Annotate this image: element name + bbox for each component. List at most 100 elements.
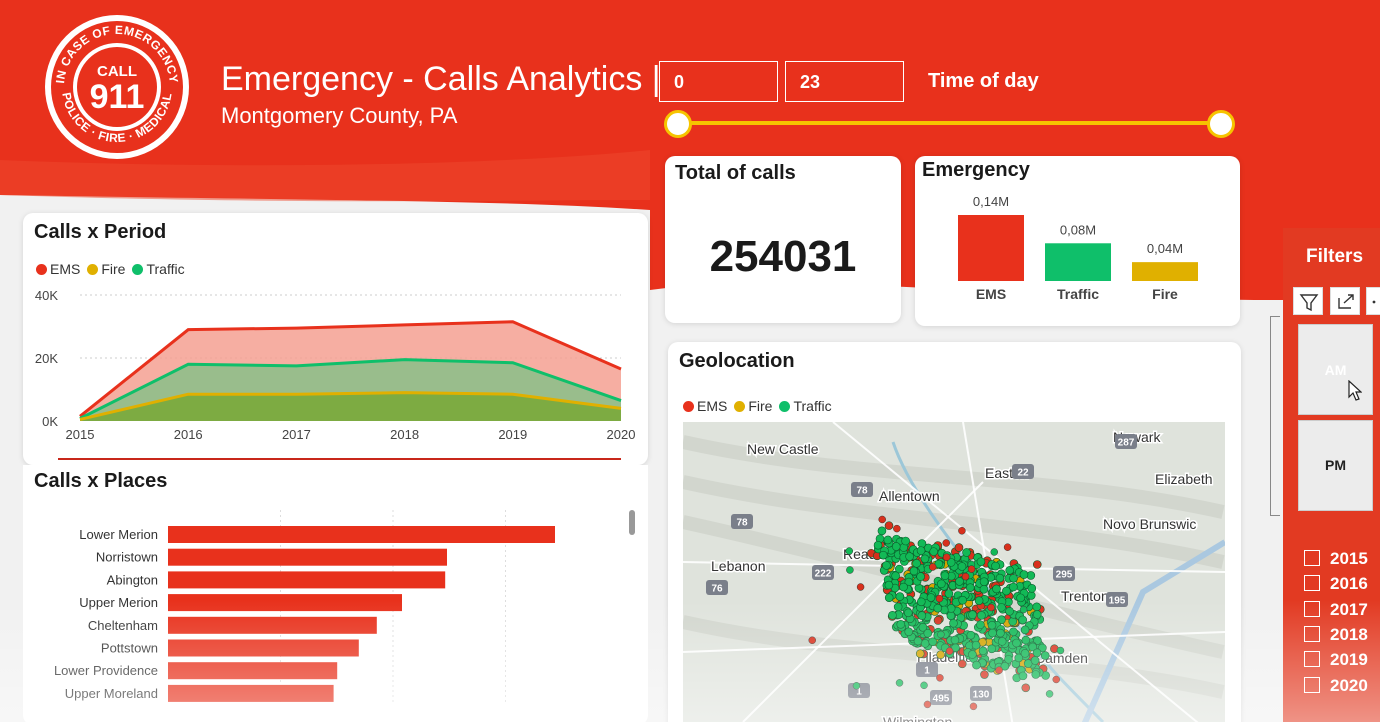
year-filter-2017[interactable]: 2017 [1304,600,1368,620]
call-point [957,562,967,571]
call-point [979,577,989,587]
emergency-bar-chart: 0,14M EMS 0,08M Traffic 0,04M Fire [958,194,1198,302]
call-point [1040,651,1050,660]
call-point [923,628,933,638]
year-filter-2015[interactable]: 2015 [1304,549,1368,569]
call-point [997,637,1007,646]
call-point [899,582,908,592]
call-point [1009,627,1018,637]
emergency-bar-fire[interactable] [1132,262,1198,281]
call-point [878,550,888,560]
geo-legend-ems[interactable]: EMS [683,398,727,414]
call-point [884,521,894,530]
checkbox-icon[interactable] [1304,600,1320,617]
call-point [1016,593,1025,603]
emergency-bar-label: Fire [1152,286,1178,302]
call-point [958,527,966,535]
place-bar[interactable] [168,639,359,657]
time-slider-track[interactable] [678,121,1221,125]
road-number: 195 [1109,596,1126,607]
place-bar[interactable] [168,526,555,543]
call-point [1026,591,1036,600]
place-bar[interactable] [168,548,447,566]
call-point [987,644,997,654]
call-point [978,646,988,656]
map-place-label: Elizabeth [1155,471,1213,487]
call-point [990,548,998,556]
call-point [923,700,932,709]
place-bar[interactable] [168,662,338,680]
time-to-input[interactable]: 23 [785,61,904,102]
call-point [916,572,925,581]
place-bar[interactable] [168,594,402,612]
call-point [917,539,927,548]
call-point [1018,615,1027,625]
call-point [972,660,981,670]
call-point [846,566,854,574]
place-label: Lower Providence [54,663,158,678]
checkbox-icon[interactable] [1304,676,1320,693]
call-point [926,593,936,602]
call-point [996,628,1005,638]
checkbox-icon[interactable] [1304,625,1320,642]
geolocation-map[interactable]: New CastleNewarkEastonElizabethAllentown… [683,422,1225,722]
places-scrollbar-thumb[interactable] [629,510,635,535]
call-point [1027,584,1037,593]
year-filter-2020[interactable]: 2020 [1304,676,1368,696]
place-label: Norristown [96,550,158,565]
geo-legend-fire[interactable]: Fire [734,398,772,414]
filter-funnel-icon[interactable] [1293,287,1323,315]
map-place-label: Allentown [879,488,940,504]
focus-mode-icon[interactable] [1330,287,1360,315]
call-point [968,650,977,659]
call-point [976,620,985,630]
legend-label: EMS [697,398,728,414]
call-point [967,565,976,573]
year-label: 2020 [1330,675,1368,695]
geo-legend-traffic[interactable]: Traffic [779,398,832,414]
year-filter-2018[interactable]: 2018 [1304,625,1368,645]
road-number: 295 [1056,570,1073,581]
place-label: Pottstown [101,641,158,656]
call-point [961,572,970,581]
checkbox-icon[interactable] [1304,651,1320,668]
checkbox-icon[interactable] [1304,550,1320,566]
place-bar[interactable] [168,684,334,702]
time-slider-start-handle[interactable] [664,110,692,138]
x-tick-label: 2016 [174,427,203,442]
checkbox-icon[interactable] [1304,575,1320,592]
road-number: 287 [1118,438,1135,449]
year-filter-2016[interactable]: 2016 [1304,574,1368,594]
call-point [955,577,964,586]
year-filter-2019[interactable]: 2019 [1304,650,1368,670]
call-point [1045,690,1054,698]
call-point [945,647,954,655]
call-point [929,547,938,556]
emergency-bar-traffic[interactable] [1045,243,1111,281]
time-from-input[interactable]: 0 [659,61,778,102]
more-options-icon[interactable] [1366,287,1380,315]
call-point [904,627,914,637]
call-point [997,603,1006,612]
call-point [1005,606,1014,616]
call-point [1019,570,1029,579]
call-point [873,540,883,550]
call-point [946,611,956,620]
call-point [896,620,906,629]
call-point [891,542,901,551]
place-label: Lower Merion [79,527,158,542]
road-number: 22 [1017,468,1029,479]
place-bar[interactable] [168,571,446,589]
pm-tile[interactable]: PM [1298,420,1373,511]
geolocation-legend: EMS Fire Traffic [683,398,839,414]
place-bar[interactable] [168,616,377,634]
legend-label: Traffic [793,398,832,414]
emergency-bar-ems[interactable] [958,215,1024,281]
call-point [1032,648,1042,658]
road-number: 76 [711,584,723,595]
time-slider-end-handle[interactable] [1207,110,1235,138]
call-point [950,635,960,645]
call-point [893,602,903,612]
call-point [878,515,886,524]
call-point [920,681,928,690]
